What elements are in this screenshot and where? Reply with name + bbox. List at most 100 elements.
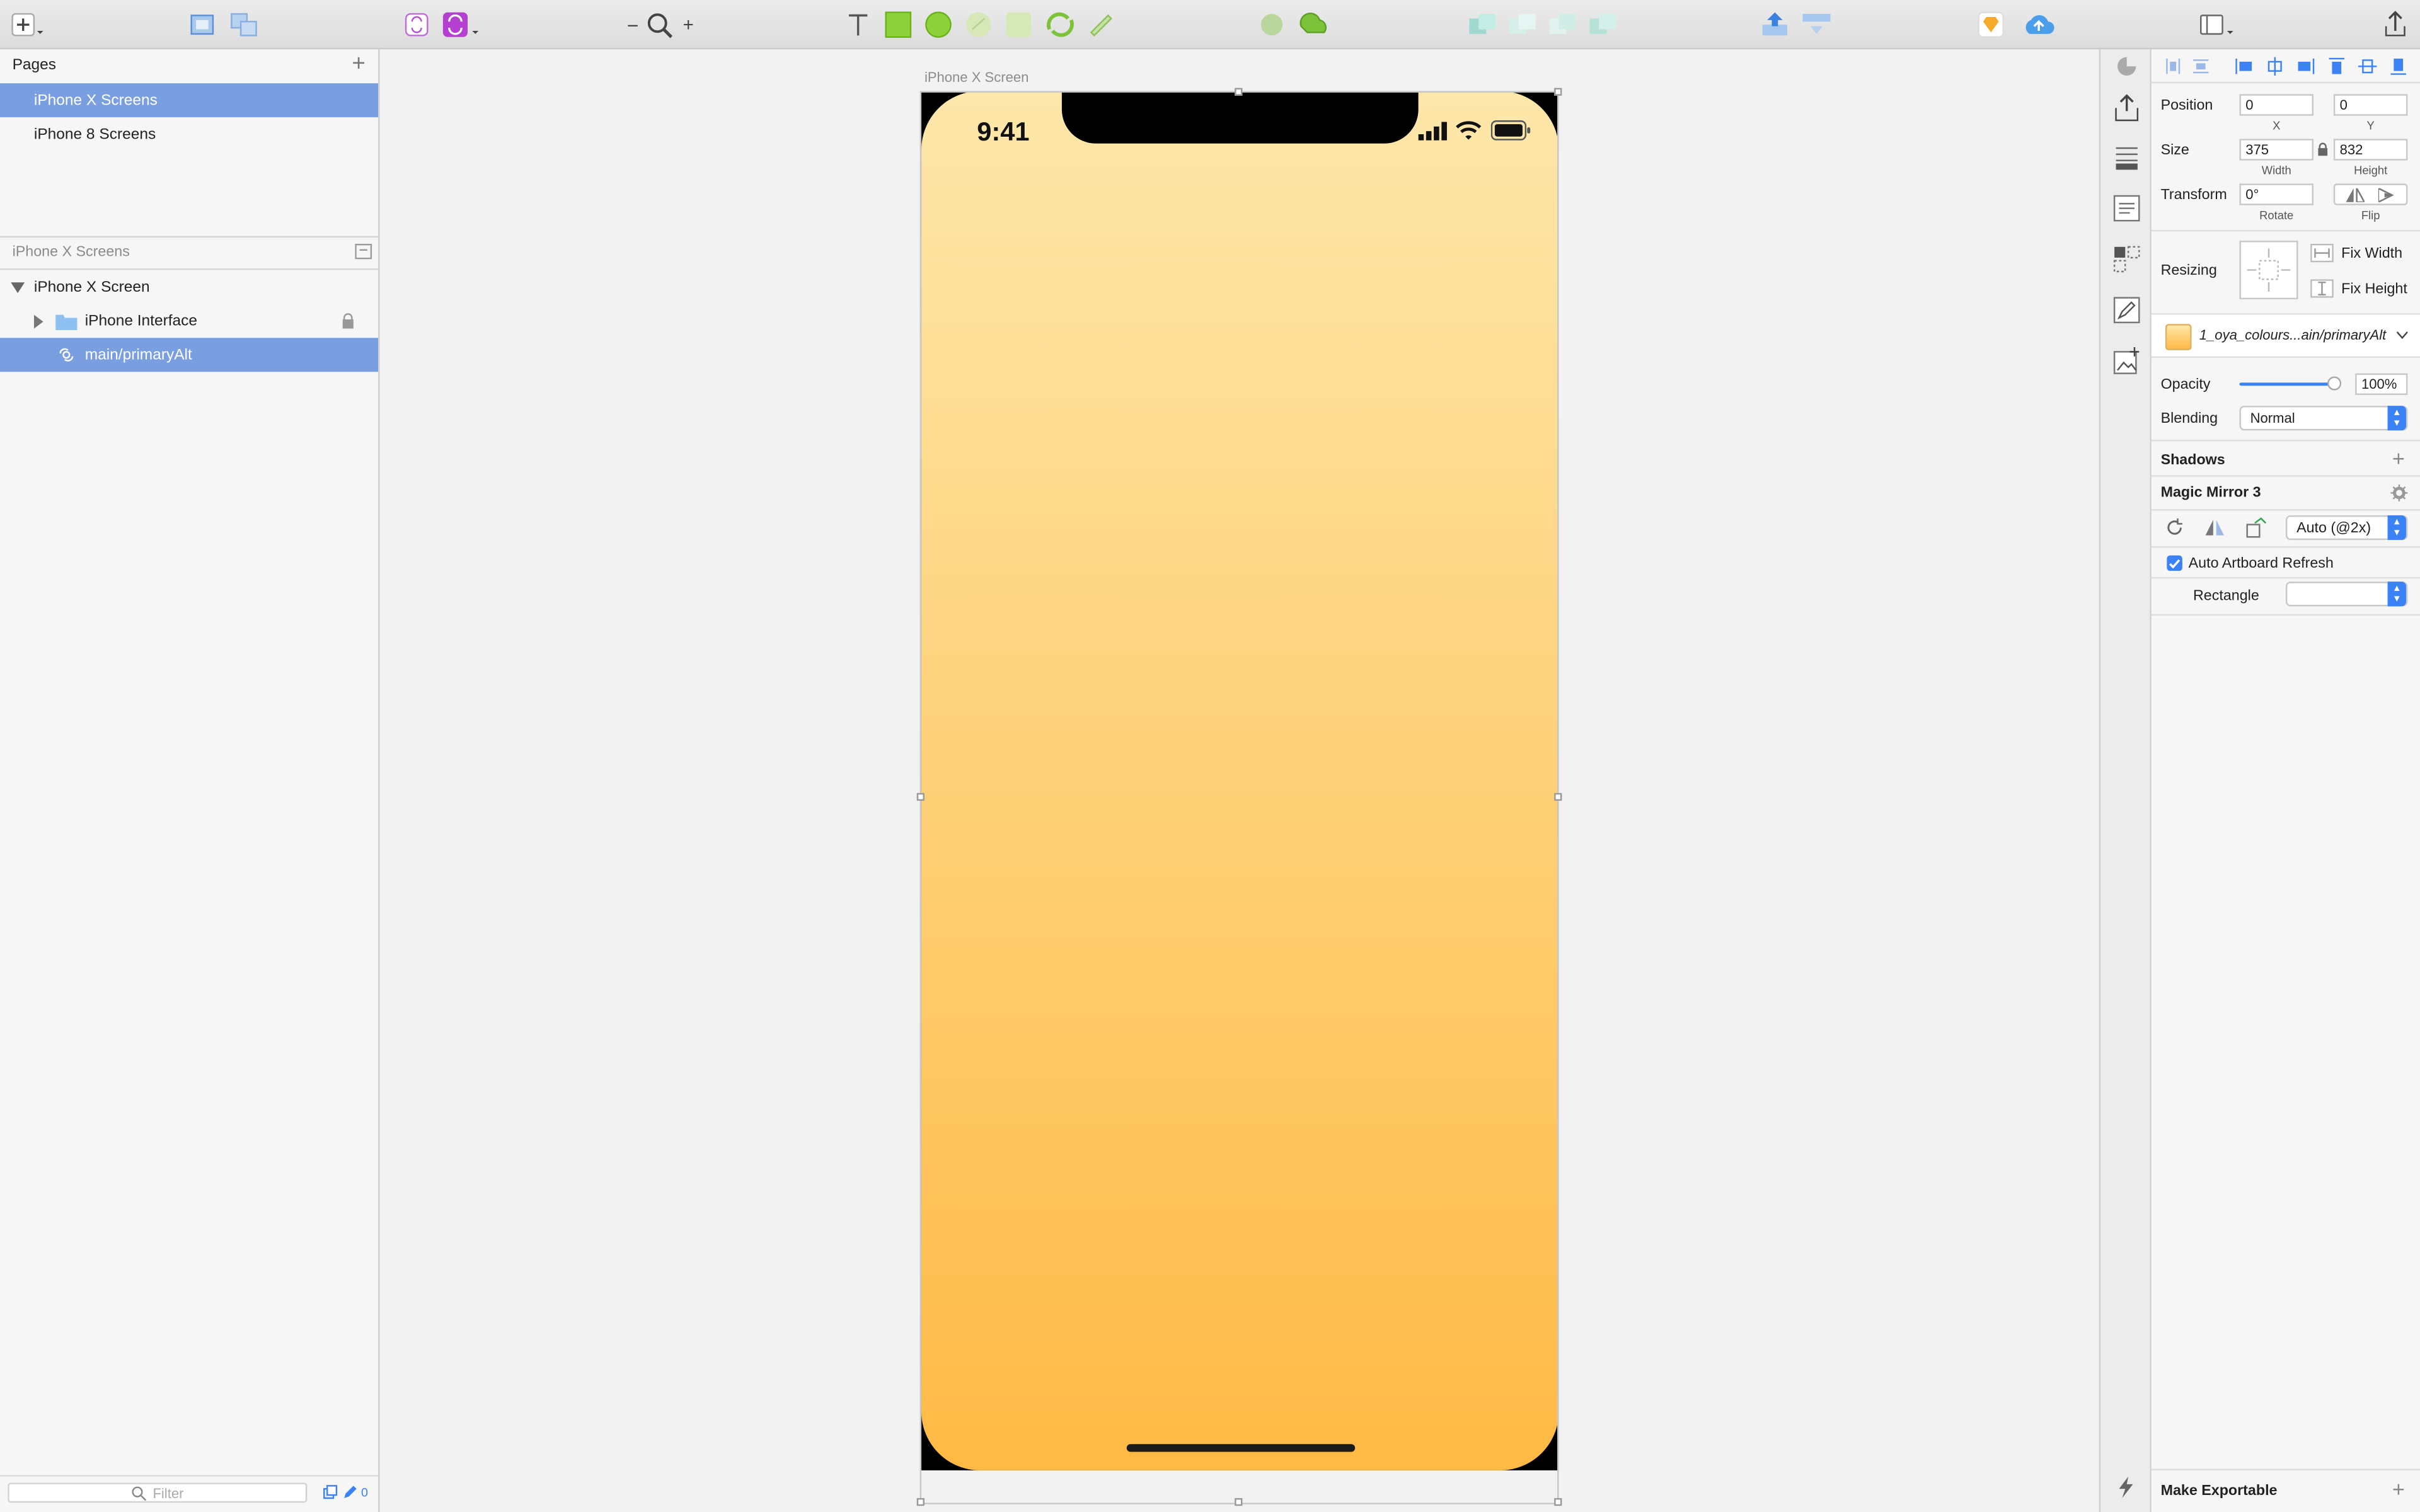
fix-width-label[interactable]: Fix Width — [2341, 245, 2402, 262]
layer-group[interactable]: iPhone Interface — [0, 304, 378, 338]
view-icon[interactable] — [2198, 11, 2238, 38]
forward-icon[interactable] — [1760, 11, 1790, 38]
rectangle-icon[interactable] — [884, 11, 912, 38]
page-item-iphone-8[interactable]: iPhone 8 Screens — [0, 117, 378, 151]
edit-icon[interactable] — [2111, 295, 2142, 326]
intersect-icon[interactable] — [1468, 11, 1499, 38]
text-styles-icon[interactable] — [2111, 193, 2142, 224]
layer-list-icon[interactable] — [2111, 142, 2142, 173]
auto-refresh-label[interactable]: Auto Artboard Refresh — [2189, 556, 2334, 573]
rotate-icon[interactable] — [1044, 11, 1078, 38]
star-icon[interactable] — [1005, 11, 1032, 38]
blending-select[interactable]: Normal ▴ ▾ — [2239, 406, 2408, 431]
jump-icon[interactable] — [2245, 517, 2267, 538]
layer-group-label: iPhone Interface — [84, 312, 198, 329]
rectangle-select[interactable]: ▴ ▾ — [2285, 581, 2408, 607]
layer-artboard[interactable]: iPhone X Screen — [0, 270, 378, 304]
checkmark-icon — [2169, 558, 2181, 568]
align-middle-v-icon[interactable] — [2358, 57, 2377, 76]
flip-horizontal-icon[interactable] — [2346, 188, 2365, 202]
cloud-icon[interactable] — [2020, 11, 2058, 38]
resize-handle[interactable] — [1235, 1498, 1243, 1506]
width-field[interactable]: 375 — [2239, 139, 2314, 161]
flatten-icon[interactable] — [1086, 11, 1114, 38]
align-right-icon[interactable] — [2296, 57, 2315, 76]
chevron-down-icon[interactable] — [2397, 331, 2408, 340]
copy-icon[interactable] — [323, 1484, 338, 1499]
style-icon[interactable] — [2114, 55, 2139, 77]
opacity-field[interactable]: 100% — [2355, 373, 2408, 395]
mask-icon[interactable] — [1548, 11, 1579, 38]
align-top-icon[interactable] — [2327, 57, 2346, 76]
distribute-v-icon[interactable] — [2192, 57, 2210, 76]
align-center-h-icon[interactable] — [2266, 57, 2284, 76]
lock-ratio-icon[interactable] — [2317, 142, 2329, 156]
resize-handle[interactable] — [916, 1498, 925, 1506]
mirror-icon[interactable] — [2204, 518, 2225, 537]
difference-icon[interactable] — [1508, 11, 1539, 38]
height-field[interactable]: 832 — [2333, 139, 2408, 161]
scale-select[interactable]: Auto (@2x) ▴ ▾ — [2285, 515, 2408, 541]
zoom-out-icon[interactable]: − — [623, 11, 642, 38]
image-plus-icon[interactable] — [2111, 346, 2142, 377]
resize-handle[interactable] — [1554, 1498, 1562, 1506]
resize-handle[interactable] — [1235, 88, 1243, 96]
y-field[interactable]: 0 — [2333, 94, 2408, 116]
backward-icon[interactable] — [1800, 11, 1834, 38]
align-bottom-icon[interactable] — [2389, 57, 2407, 76]
lock-icon[interactable] — [341, 313, 355, 329]
refresh-icon[interactable] — [2165, 518, 2184, 537]
fix-height-icon[interactable] — [2310, 279, 2334, 298]
rounded-icon[interactable] — [965, 11, 993, 38]
scissors-icon[interactable] — [1588, 11, 1619, 38]
canvas[interactable]: iPhone X Screen 9:41 — [381, 49, 2099, 1512]
symbol-row[interactable]: 1_oya_colours...ain/primaryAlt — [2151, 314, 2420, 357]
artboard-label[interactable]: iPhone X Screen — [925, 69, 1028, 84]
oval-icon[interactable] — [925, 11, 952, 38]
symbol-icon[interactable] — [441, 11, 481, 38]
resize-handle[interactable] — [1554, 88, 1562, 96]
distribute-h-icon[interactable] — [2164, 57, 2182, 76]
add-shadow-icon[interactable]: + — [2392, 446, 2405, 471]
group-icon[interactable] — [188, 11, 216, 38]
subtract-icon[interactable] — [1296, 11, 1327, 38]
sketch-icon[interactable] — [1977, 11, 2005, 38]
disclosure-closed-icon[interactable] — [33, 314, 43, 328]
opacity-slider-track[interactable] — [2239, 376, 2342, 391]
page-item-iphone-x[interactable]: iPhone X Screens — [0, 83, 378, 118]
resizing-constraints-widget[interactable] — [2239, 241, 2298, 300]
opacity-slider-knob[interactable] — [2327, 376, 2342, 391]
union-icon[interactable] — [1258, 11, 1286, 38]
artboard[interactable]: 9:41 — [921, 91, 1559, 1470]
plugin-bolt-icon[interactable] — [2116, 1475, 2138, 1499]
export-icon[interactable] — [2111, 93, 2142, 123]
share-icon[interactable] — [2382, 11, 2409, 38]
flip-control[interactable] — [2333, 183, 2408, 205]
flip-vertical-icon[interactable] — [2378, 188, 2397, 202]
fix-height-label[interactable]: Fix Height — [2341, 281, 2407, 298]
text-icon[interactable] — [844, 11, 872, 38]
make-exportable-label[interactable]: Make Exportable — [2161, 1482, 2278, 1499]
ungroup-icon[interactable] — [228, 11, 259, 38]
symbol-overrides-icon[interactable] — [2111, 244, 2142, 275]
shadows-title: Shadows — [2160, 452, 2225, 469]
zoom-in-icon[interactable]: + — [679, 11, 698, 38]
insert-icon[interactable] — [9, 11, 43, 38]
fix-width-icon[interactable] — [2310, 243, 2334, 263]
create-symbol-icon[interactable] — [403, 11, 430, 38]
gear-icon[interactable] — [2390, 484, 2408, 501]
pencil-icon[interactable] — [343, 1484, 358, 1499]
filter-input[interactable]: Filter — [8, 1482, 308, 1503]
resize-handle[interactable] — [1554, 793, 1562, 801]
zoom-icon[interactable] — [645, 11, 676, 38]
resize-handle[interactable] — [916, 793, 925, 801]
align-left-icon[interactable] — [2235, 57, 2253, 76]
layer-symbol[interactable]: main/primaryAlt — [0, 338, 378, 372]
collapse-layers-icon[interactable] — [355, 243, 372, 260]
rotate-field[interactable]: 0° — [2239, 183, 2314, 205]
add-export-icon[interactable]: + — [2392, 1477, 2405, 1501]
add-page-icon[interactable]: + — [352, 52, 365, 76]
disclosure-open-icon[interactable] — [11, 281, 25, 293]
auto-refresh-checkbox[interactable] — [2167, 555, 2182, 571]
x-field[interactable]: 0 — [2239, 94, 2314, 116]
